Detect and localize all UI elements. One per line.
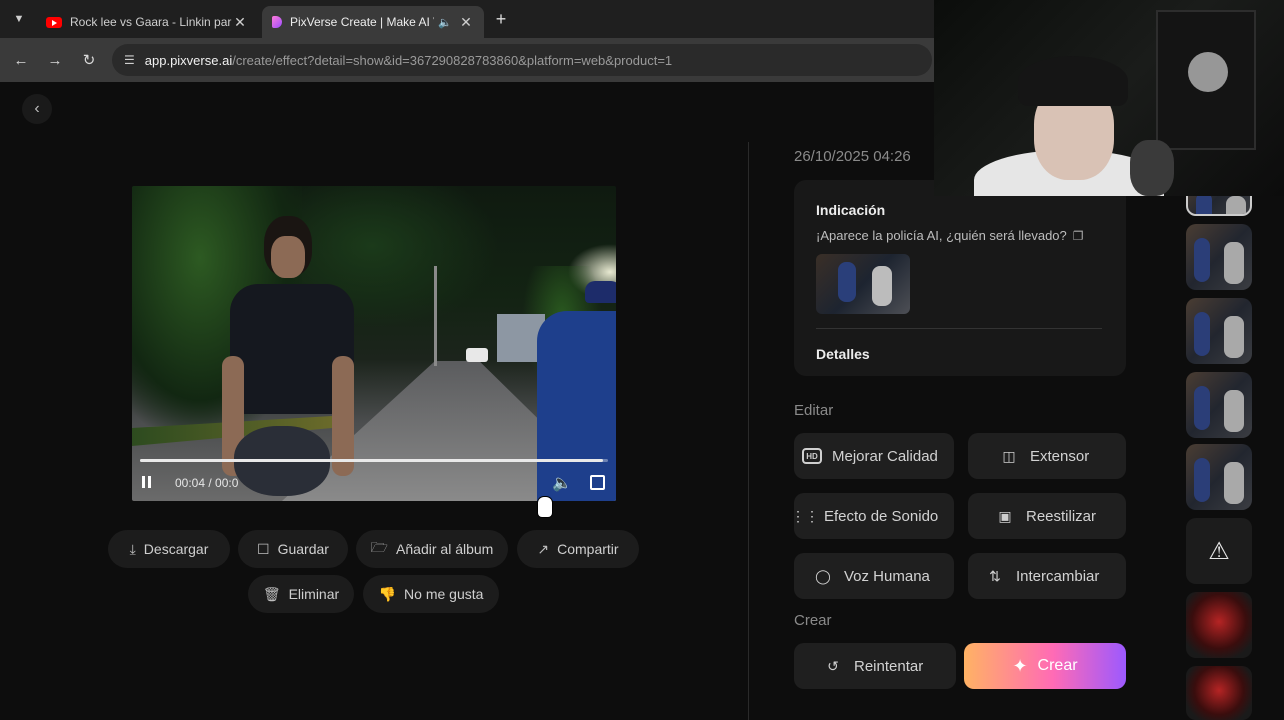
share-button[interactable]: ↗ Compartir bbox=[517, 530, 639, 568]
edit-section-label: Editar bbox=[794, 402, 834, 419]
address-toolbar: ← → ↻ ☰ app.pixverse.ai/create/effect?de… bbox=[0, 38, 934, 82]
trash-icon: 🗑 bbox=[262, 585, 281, 602]
human-voice-button[interactable]: ◯ Voz Humana bbox=[794, 553, 954, 599]
download-button[interactable]: ⤓ Descargar bbox=[108, 530, 230, 568]
speaker-icon[interactable]: 🔈 bbox=[438, 16, 452, 29]
fullscreen-icon[interactable] bbox=[590, 475, 605, 490]
bookmark-icon: ☐ bbox=[257, 540, 270, 557]
download-label: Descargar bbox=[143, 541, 209, 557]
voice-label: Voz Humana bbox=[844, 567, 930, 585]
sparkle-icon: ✦ bbox=[1012, 655, 1028, 676]
tab-title: Rock lee vs Gaara - Linkin park bbox=[70, 15, 232, 29]
lips-icon: ◯ bbox=[815, 567, 831, 584]
retry-button[interactable]: ↺ Reintentar bbox=[794, 643, 956, 689]
tab-youtube[interactable]: Rock lee vs Gaara - Linkin park ✕ bbox=[36, 6, 258, 38]
paintbrush-icon: ▣ bbox=[998, 507, 1012, 524]
create-section-label: Crear bbox=[794, 612, 832, 629]
creation-date: 26/10/2025 04:26 bbox=[794, 148, 911, 165]
history-thumbnail[interactable] bbox=[1186, 666, 1252, 720]
retry-icon: ↺ bbox=[827, 657, 839, 674]
history-thumbnail[interactable] bbox=[1186, 444, 1252, 510]
reload-icon[interactable]: ↻ bbox=[78, 49, 100, 71]
prompt-text: ¡Aparece la policía AI, ¿quién será llev… bbox=[816, 228, 1067, 243]
back-chevron-icon[interactable]: ‹ bbox=[22, 94, 52, 124]
video-progress-bar[interactable] bbox=[140, 459, 608, 462]
back-arrow-icon[interactable]: ← bbox=[10, 49, 32, 71]
video-controls: 00:04 / 00:0 🔈 bbox=[132, 468, 616, 498]
swap-icon: ⇅ bbox=[989, 567, 1001, 584]
sound-wave-icon: ⋮⋮ bbox=[791, 507, 819, 524]
tab-title: PixVerse Create | Make AI V bbox=[290, 15, 435, 29]
history-thumbnail[interactable] bbox=[1186, 224, 1252, 290]
thumbs-down-icon: 👎 bbox=[378, 585, 397, 602]
save-button[interactable]: ☐ Guardar bbox=[238, 530, 348, 568]
webcam-overlay bbox=[934, 0, 1284, 196]
copy-icon[interactable]: ❐ bbox=[1073, 229, 1084, 243]
prompt-heading: Indicación bbox=[816, 202, 886, 218]
sound-effect-button[interactable]: ⋮⋮ Efecto de Sonido bbox=[791, 493, 954, 539]
panel-divider bbox=[748, 142, 749, 720]
dislike-button[interactable]: 👎 No me gusta bbox=[363, 575, 499, 613]
delete-button[interactable]: 🗑 Eliminar bbox=[248, 575, 354, 613]
video-time: 00:04 / 00:0 bbox=[175, 476, 239, 490]
swap-label: Intercambiar bbox=[1016, 567, 1100, 585]
mouse-cursor bbox=[538, 497, 552, 517]
wall-poster bbox=[1156, 10, 1256, 150]
history-thumbnail[interactable] bbox=[1186, 372, 1252, 438]
folder-add-icon: 🗁 bbox=[370, 539, 389, 555]
delete-label: Eliminar bbox=[288, 586, 340, 602]
new-tab-plus-icon[interactable]: + bbox=[490, 8, 512, 30]
hd-icon: HD bbox=[802, 448, 822, 464]
restyle-label: Reestilizar bbox=[1026, 507, 1097, 525]
details-heading[interactable]: Detalles bbox=[816, 346, 870, 362]
card-divider bbox=[816, 328, 1102, 329]
pixverse-favicon-icon bbox=[272, 16, 282, 28]
site-info-icon[interactable]: ☰ bbox=[124, 53, 135, 67]
share-label: Compartir bbox=[557, 541, 619, 557]
video-extend-icon: ◫ bbox=[1002, 447, 1016, 464]
tab-pixverse[interactable]: PixVerse Create | Make AI V 🔈 ✕ bbox=[262, 6, 484, 38]
forward-arrow-icon[interactable]: → bbox=[44, 49, 66, 71]
close-tab-icon[interactable]: ✕ bbox=[458, 14, 474, 31]
youtube-favicon-icon bbox=[46, 16, 62, 28]
add-album-button[interactable]: 🗁 Añadir al álbum bbox=[356, 530, 508, 568]
video-frame-car bbox=[466, 348, 488, 362]
share-icon: ↗ bbox=[537, 540, 550, 557]
create-button[interactable]: ✦ Crear bbox=[964, 643, 1126, 689]
swap-button[interactable]: ⇅ Intercambiar bbox=[968, 553, 1126, 599]
enhance-label: Mejorar Calidad bbox=[832, 447, 938, 465]
video-player[interactable]: 00:04 / 00:0 🔈 bbox=[132, 186, 616, 501]
extend-label: Extensor bbox=[1030, 447, 1090, 465]
enhance-quality-button[interactable]: HD Mejorar Calidad bbox=[794, 433, 954, 479]
microphone bbox=[1130, 140, 1174, 196]
extend-button[interactable]: ◫ Extensor bbox=[968, 433, 1126, 479]
url-bar[interactable]: ☰ app.pixverse.ai/create/effect?detail=s… bbox=[112, 44, 932, 76]
add-album-label: Añadir al álbum bbox=[396, 541, 494, 557]
url-path: /create/effect?detail=show&id=3672908287… bbox=[232, 52, 673, 68]
video-frame-streetlight bbox=[434, 266, 437, 366]
prompt-text-row: ¡Aparece la policía AI, ¿quién será llev… bbox=[816, 228, 1084, 243]
create-label: Crear bbox=[1037, 657, 1078, 674]
download-icon: ⤓ bbox=[129, 540, 136, 557]
warning-icon[interactable]: ⚠ bbox=[1186, 518, 1252, 584]
dislike-label: No me gusta bbox=[404, 586, 484, 602]
source-image-thumbnail[interactable] bbox=[816, 254, 910, 314]
volume-icon[interactable]: 🔈 bbox=[552, 473, 572, 493]
save-label: Guardar bbox=[277, 541, 329, 557]
restyle-button[interactable]: ▣ Reestilizar bbox=[968, 493, 1126, 539]
sound-label: Efecto de Sonido bbox=[824, 507, 939, 525]
history-thumbnail[interactable] bbox=[1186, 298, 1252, 364]
tab-search-chevron-icon[interactable]: ▼ bbox=[8, 8, 30, 30]
history-thumbnail[interactable] bbox=[1186, 592, 1252, 658]
retry-label: Reintentar bbox=[854, 657, 924, 675]
prompt-card: Indicación ¡Aparece la policía AI, ¿quié… bbox=[794, 180, 1126, 376]
pause-icon[interactable] bbox=[142, 476, 156, 490]
url-host: app.pixverse.ai bbox=[144, 52, 233, 68]
close-tab-icon[interactable]: ✕ bbox=[232, 14, 248, 31]
webcam-person-cap bbox=[1018, 56, 1128, 106]
